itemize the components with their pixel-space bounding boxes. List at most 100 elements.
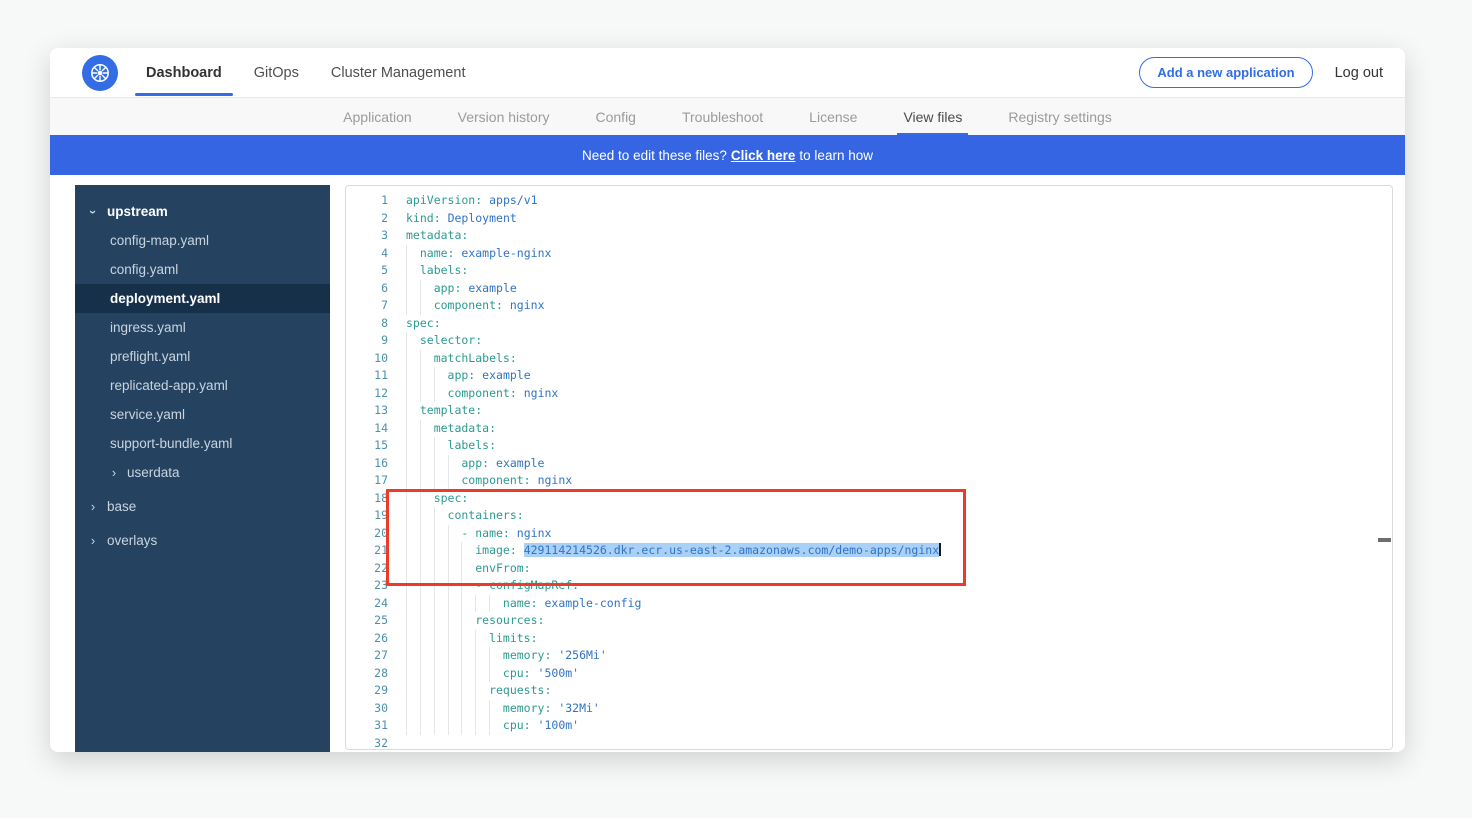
line-number: 15 xyxy=(346,437,388,455)
tab-application[interactable]: Application xyxy=(343,98,412,135)
code-line[interactable]: 22envFrom: xyxy=(346,560,1392,578)
code-text: metadata: xyxy=(406,227,468,245)
app-tabs: Application Version history Config Troubles… xyxy=(50,98,1405,135)
logout-link[interactable]: Log out xyxy=(1335,65,1383,81)
tree-item-replicated-app-yaml[interactable]: replicated-app.yaml xyxy=(75,371,330,400)
tree-item-deployment-yaml[interactable]: deployment.yaml xyxy=(75,284,330,313)
code-line[interactable]: 7component: nginx xyxy=(346,297,1392,315)
code-line[interactable]: 1apiVersion: apps/v1 xyxy=(346,192,1392,210)
admin-console-window: DashboardGitOpsCluster Management Add a … xyxy=(50,48,1405,752)
tree-item-label: deployment.yaml xyxy=(110,291,220,306)
code-text: memory: '256Mi' xyxy=(406,647,607,665)
tree-item-overlays[interactable]: ›overlays xyxy=(75,526,330,555)
code-line[interactable]: 18spec: xyxy=(346,490,1392,508)
nav-item-gitops[interactable]: GitOps xyxy=(243,48,310,98)
code-line[interactable]: 15 labels: xyxy=(346,437,1392,455)
line-number: 14 xyxy=(346,420,388,438)
code-line[interactable]: 17component: nginx xyxy=(346,472,1392,490)
tree-item-config-map-yaml[interactable]: config-map.yaml xyxy=(75,226,330,255)
code-line[interactable]: 27 memory: '256Mi' xyxy=(346,647,1392,665)
tree-item-upstream[interactable]: › upstream xyxy=(75,197,330,226)
tab-view-files[interactable]: View files xyxy=(903,98,962,135)
line-number: 9 xyxy=(346,332,388,350)
code-line[interactable]: 29requests: xyxy=(346,682,1392,700)
line-number: 2 xyxy=(346,210,388,228)
code-line[interactable]: 16app: example xyxy=(346,455,1392,473)
tree-item-ingress-yaml[interactable]: ingress.yaml xyxy=(75,313,330,342)
code-line[interactable]: 10matchLabels: xyxy=(346,350,1392,368)
add-application-button[interactable]: Add a new application xyxy=(1139,57,1312,88)
tree-item-label: config.yaml xyxy=(110,262,178,277)
line-number: 26 xyxy=(346,630,388,648)
view-files-content: › upstream config-map.yaml config.yaml deplo… xyxy=(50,185,1405,752)
code-text: cpu: '100m' xyxy=(406,717,579,735)
code-line[interactable]: 14metadata: xyxy=(346,420,1392,438)
code-line[interactable]: 3metadata: xyxy=(346,227,1392,245)
line-number: 23 xyxy=(346,577,388,595)
nav-item-dashboard[interactable]: Dashboard xyxy=(135,48,233,98)
tab-version-history[interactable]: Version history xyxy=(458,98,550,135)
code-line[interactable]: 26limits: xyxy=(346,630,1392,648)
tree-item-userdata[interactable]: ›userdata xyxy=(75,458,330,487)
code-line[interactable]: 6app: example xyxy=(346,280,1392,298)
code-text: spec: xyxy=(406,315,441,333)
chevron-right-icon: › xyxy=(87,502,99,512)
code-line[interactable]: 23- configMapRef: xyxy=(346,577,1392,595)
line-number: 5 xyxy=(346,262,388,280)
yaml-editor[interactable]: 1apiVersion: apps/v12kind: Deployment3me… xyxy=(345,185,1393,750)
code-line[interactable]: 30 memory: '32Mi' xyxy=(346,700,1392,718)
line-number: 29 xyxy=(346,682,388,700)
edit-files-banner: Need to edit these files? Click here to … xyxy=(50,135,1405,175)
tree-item-preflight-yaml[interactable]: preflight.yaml xyxy=(75,342,330,371)
tab-config[interactable]: Config xyxy=(596,98,636,135)
banner-click-here-link[interactable]: Click here xyxy=(731,148,796,163)
code-line[interactable]: 13template: xyxy=(346,402,1392,420)
overview-ruler-cursor-mark xyxy=(1378,538,1391,542)
line-number: 8 xyxy=(346,315,388,333)
tab-troubleshoot[interactable]: Troubleshoot xyxy=(682,98,763,135)
code-line[interactable]: 24name: example-config xyxy=(346,595,1392,613)
line-number: 19 xyxy=(346,507,388,525)
code-line[interactable]: 20- name: nginx xyxy=(346,525,1392,543)
line-number: 21 xyxy=(346,542,388,560)
tree-item-config-yaml[interactable]: config.yaml xyxy=(75,255,330,284)
code-line[interactable]: 32 xyxy=(346,735,1392,751)
code-text: labels: xyxy=(406,437,496,455)
tree-item-label: upstream xyxy=(107,204,168,219)
code-area[interactable]: 1apiVersion: apps/v12kind: Deployment3me… xyxy=(346,186,1392,749)
banner-text-prefix: Need to edit these files? xyxy=(582,148,727,163)
line-number: 30 xyxy=(346,700,388,718)
top-nav: DashboardGitOpsCluster Management Add a … xyxy=(50,48,1405,98)
code-line[interactable]: 9selector: xyxy=(346,332,1392,350)
code-line[interactable]: 2kind: Deployment xyxy=(346,210,1392,228)
line-number: 28 xyxy=(346,665,388,683)
code-line[interactable]: 12component: nginx xyxy=(346,385,1392,403)
tab-registry-settings[interactable]: Registry settings xyxy=(1008,98,1111,135)
code-line[interactable]: 31cpu: '100m' xyxy=(346,717,1392,735)
line-number: 27 xyxy=(346,647,388,665)
tree-item-base[interactable]: ›base xyxy=(75,492,330,521)
nav-item-cluster-management[interactable]: Cluster Management xyxy=(320,48,477,98)
code-line[interactable]: 5labels: xyxy=(346,262,1392,280)
line-number: 4 xyxy=(346,245,388,263)
code-line[interactable]: 28cpu: '500m' xyxy=(346,665,1392,683)
line-number: 10 xyxy=(346,350,388,368)
code-line[interactable]: 21image: 429114214526.dkr.ecr.us-east-2.… xyxy=(346,542,1392,560)
tree-item-support-bundle-yaml[interactable]: support-bundle.yaml xyxy=(75,429,330,458)
tree-item-service-yaml[interactable]: service.yaml xyxy=(75,400,330,429)
tree-item-label: preflight.yaml xyxy=(110,349,190,364)
code-text: apiVersion: apps/v1 xyxy=(406,192,538,210)
code-line[interactable]: 8 spec: xyxy=(346,315,1392,333)
code-text: containers: xyxy=(406,507,524,525)
code-line[interactable]: 11app: example xyxy=(346,367,1392,385)
code-text: envFrom: xyxy=(406,560,531,578)
code-line[interactable]: 4name: example-nginx xyxy=(346,245,1392,263)
banner-text-suffix: to learn how xyxy=(799,148,873,163)
chevron-down-icon: › xyxy=(88,206,98,218)
primary-nav-items: DashboardGitOpsCluster Management xyxy=(130,48,481,98)
code-line[interactable]: 19 containers: xyxy=(346,507,1392,525)
tab-license[interactable]: License xyxy=(809,98,857,135)
code-text: name: example-config xyxy=(406,595,641,613)
code-line[interactable]: 25resources: xyxy=(346,612,1392,630)
code-text: memory: '32Mi' xyxy=(406,700,600,718)
